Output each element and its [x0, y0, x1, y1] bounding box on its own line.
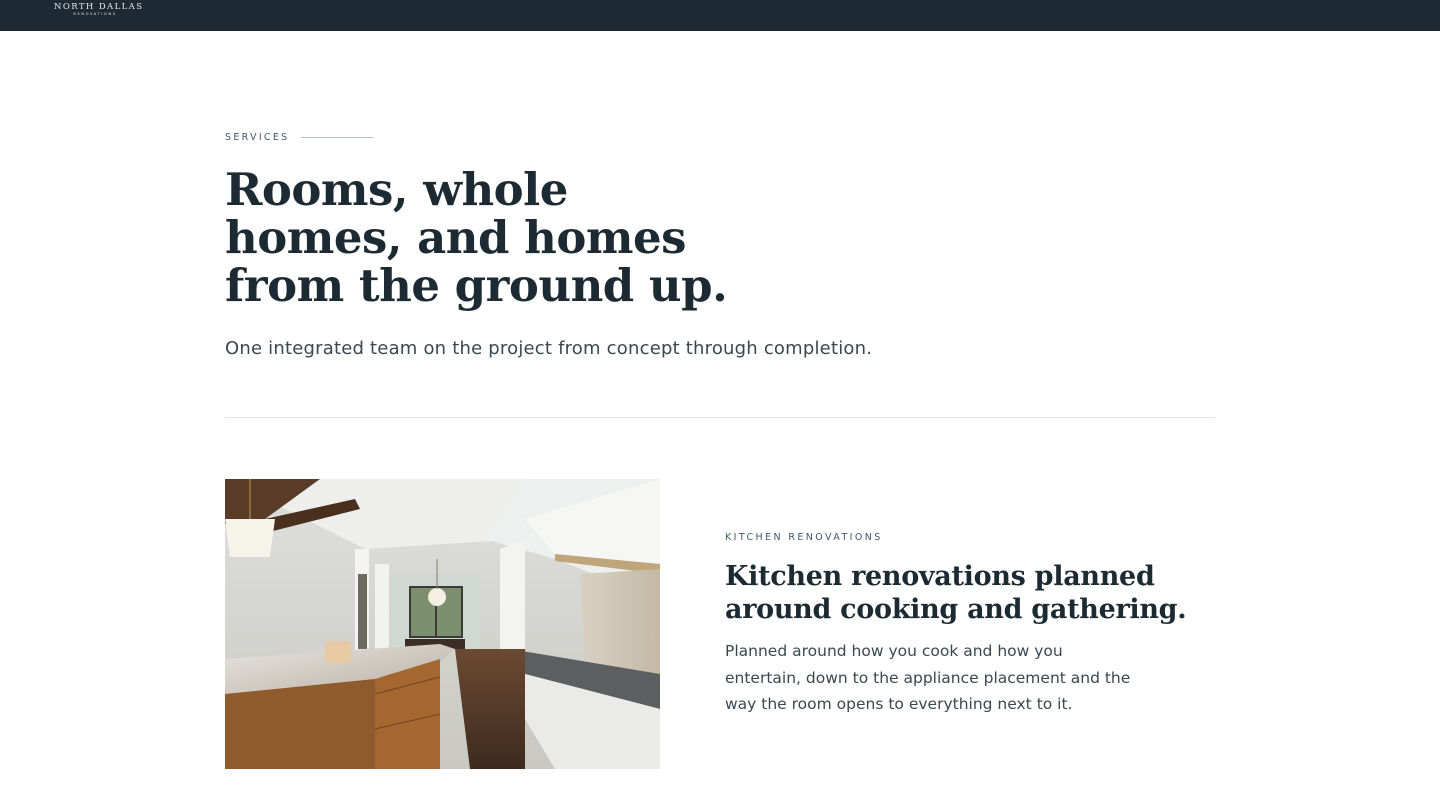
kitchen-description: Planned around how you cook and how you … — [725, 642, 1131, 713]
kitchen-heading: Kitchen renovations planned around cooki… — [725, 561, 1187, 625]
brand-name: NORTH DALLAS — [54, 2, 144, 12]
services-heading: Rooms, whole homes, and homes from the g… — [225, 163, 728, 312]
section-divider — [225, 417, 1215, 418]
eyebrow-rule — [301, 137, 374, 138]
services-eyebrow-label: SERVICES — [225, 132, 290, 143]
site-header: NORTH DALLAS RENOVATIONS — [0, 0, 1440, 31]
services-subheading: One integrated team on the project from … — [225, 338, 873, 359]
brand-tagline: RENOVATIONS — [73, 12, 117, 16]
kitchen-eyebrow: KITCHEN RENOVATIONS — [725, 532, 883, 543]
brand-logo[interactable]: NORTH DALLAS RENOVATIONS — [54, 2, 144, 17]
kitchen-photo — [225, 479, 660, 769]
services-eyebrow: SERVICES — [225, 132, 374, 143]
